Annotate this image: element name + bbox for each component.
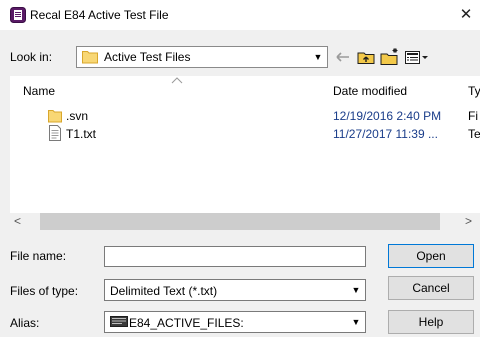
close-button[interactable]: ✕	[456, 6, 476, 24]
folder-icon	[82, 49, 98, 64]
scrollbar-thumb[interactable]	[40, 213, 440, 230]
chevron-down-icon[interactable]: ▼	[349, 315, 363, 329]
list-item-name[interactable]: .svn	[66, 109, 88, 123]
drive-icon	[110, 316, 128, 327]
list-item-type: Te	[468, 127, 480, 141]
alias-label: Alias:	[10, 316, 40, 330]
new-folder-icon[interactable]	[380, 47, 400, 67]
app-icon	[10, 7, 26, 23]
view-menu-icon[interactable]	[404, 47, 430, 67]
look-in-value: Active Test Files	[104, 50, 191, 64]
file-list[interactable]	[10, 76, 480, 230]
look-in-label: Look in:	[10, 50, 53, 64]
text-file-icon	[48, 125, 62, 141]
column-header-type[interactable]: Ty	[468, 84, 480, 98]
file-type-value: Delimited Text (*.txt)	[110, 284, 218, 298]
sort-ascending-icon	[171, 74, 183, 84]
back-arrow-icon[interactable]	[333, 47, 353, 67]
list-item-name[interactable]: T1.txt	[66, 127, 96, 141]
column-header-name[interactable]: Name	[23, 84, 55, 98]
window-title: Recal E84 Active Test File	[30, 8, 169, 22]
cancel-button[interactable]: Cancel	[388, 276, 474, 300]
list-item-date: 11/27/2017 11:39 ...	[333, 127, 438, 141]
list-item-date: 12/19/2016 2:40 PM	[333, 109, 442, 123]
alias-value: E84_ACTIVE_FILES:	[129, 316, 244, 330]
help-button[interactable]: Help	[388, 310, 474, 334]
up-folder-icon[interactable]	[356, 47, 376, 67]
file-name-label: File name:	[10, 249, 67, 263]
scroll-left-icon[interactable]: <	[14, 213, 28, 230]
chevron-down-icon[interactable]: ▼	[349, 283, 363, 297]
open-button[interactable]: Open	[388, 244, 474, 268]
file-name-input[interactable]	[104, 246, 366, 267]
chevron-down-icon[interactable]: ▼	[310, 48, 326, 66]
file-type-label: Files of type:	[10, 284, 79, 298]
scroll-right-icon[interactable]: >	[465, 213, 479, 230]
column-header-date-modified[interactable]: Date modified	[333, 84, 407, 98]
list-item-type: Fi	[468, 109, 478, 123]
folder-icon	[48, 107, 62, 123]
